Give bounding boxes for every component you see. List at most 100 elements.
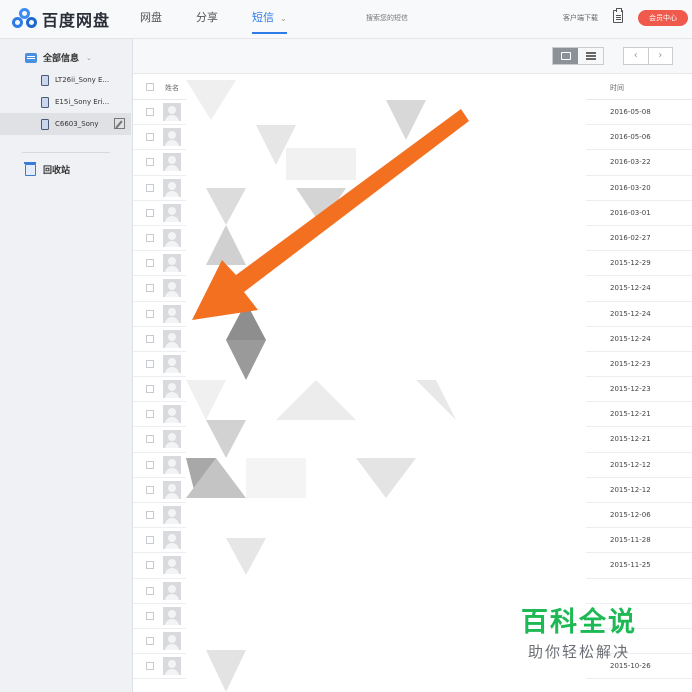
avatar-icon — [163, 657, 181, 676]
chat-bubble-icon — [560, 52, 571, 60]
sidebar-item-all-messages[interactable]: 全部信息 ⌄ — [25, 51, 92, 64]
sidebar-device-item[interactable]: LT26ii_Sony E... — [0, 69, 131, 91]
row-time: 2015-11-28 — [610, 536, 651, 545]
row-checkbox[interactable] — [146, 359, 154, 368]
chat-view-button[interactable] — [553, 48, 578, 64]
row-checkbox[interactable] — [146, 133, 154, 142]
avatar-icon — [163, 203, 181, 222]
watermark-title: 百科全说 — [521, 607, 637, 638]
table-row[interactable]: 2016-03-01 — [133, 201, 692, 226]
row-checkbox[interactable] — [146, 511, 154, 519]
row-checkbox[interactable] — [146, 108, 154, 116]
sidebar-device-item-selected[interactable]: C6603_Sony — [0, 113, 131, 135]
column-header-content: 内容 — [283, 84, 297, 92]
avatar-icon — [163, 556, 181, 575]
avatar-icon — [163, 506, 181, 524]
recycle-bin-icon — [24, 161, 36, 176]
row-checkbox[interactable] — [146, 334, 154, 343]
avatar-icon — [163, 380, 181, 399]
avatar-icon — [163, 178, 181, 197]
table-row[interactable]: 2015-12-23 — [133, 377, 692, 403]
row-checkbox[interactable] — [146, 410, 154, 419]
row-checkbox[interactable] — [146, 385, 154, 394]
list-view-button[interactable] — [578, 48, 603, 64]
row-time: 2015-11-25 — [610, 561, 651, 570]
table-row[interactable]: 2015-12-12 — [133, 453, 692, 478]
table-row[interactable]: 2016-03-20 — [133, 176, 692, 201]
table-row[interactable]: 2015-12-12 — [133, 478, 692, 503]
table-row[interactable]: 2016-05-06 — [133, 125, 692, 151]
nav-item-netdisk[interactable]: 网盘 — [140, 0, 162, 38]
sidebar-item-recycle-bin[interactable]: 回收站 — [24, 161, 71, 176]
list-icon — [585, 55, 596, 57]
table-row[interactable]: 2015-12-23 — [133, 352, 692, 378]
row-checkbox[interactable] — [146, 233, 154, 242]
row-time: 2016-03-22 — [610, 158, 651, 167]
phone-icon — [41, 118, 49, 130]
avatar-icon — [163, 581, 181, 600]
clipboard-icon[interactable] — [613, 8, 623, 23]
avatar-icon — [163, 254, 181, 273]
avatar-icon — [163, 128, 181, 147]
row-checkbox[interactable] — [146, 259, 154, 268]
table-row[interactable]: 2015-12-29 — [133, 251, 692, 277]
row-time: 2015-12-23 — [610, 385, 651, 394]
table-row[interactable]: 2015-12-21 — [133, 402, 692, 428]
row-checkbox[interactable] — [146, 460, 154, 469]
row-checkbox[interactable] — [146, 636, 154, 645]
select-all-checkbox[interactable] — [146, 83, 154, 91]
row-time: 2016-05-08 — [610, 108, 651, 116]
table-row[interactable]: 2015-12-24 — [133, 302, 692, 327]
row-checkbox[interactable] — [146, 561, 154, 570]
avatar-icon — [163, 480, 181, 499]
prev-page-button[interactable]: ‹ — [624, 48, 649, 64]
avatar-icon — [163, 531, 181, 550]
phone-icon — [41, 74, 49, 86]
avatar-icon — [163, 631, 181, 650]
nav-item-sms[interactable]: 短信 ⌄ — [252, 0, 287, 38]
recycle-label: 回收站 — [43, 166, 71, 176]
row-checkbox[interactable] — [146, 586, 154, 595]
table-row[interactable]: 2016-05-08 — [133, 100, 692, 126]
row-checkbox[interactable] — [146, 536, 154, 545]
row-checkbox[interactable] — [146, 284, 154, 293]
table-row[interactable]: 2016-02-27 — [133, 226, 692, 252]
row-time: 2015-12-06 — [610, 511, 651, 519]
row-checkbox[interactable] — [146, 158, 154, 167]
table-row[interactable]: 2015-11-25 — [133, 553, 692, 579]
avatar-icon — [163, 354, 181, 373]
table-row[interactable]: 2015-12-06 — [133, 503, 692, 529]
search-input[interactable] — [364, 10, 508, 28]
sidebar-device-item[interactable]: E15i_Sony Eri... — [0, 91, 131, 113]
row-checkbox[interactable] — [146, 183, 154, 192]
baidu-cloud-logo-icon — [12, 8, 38, 30]
row-time: 2016-03-20 — [610, 183, 651, 192]
sidebar-divider — [22, 152, 110, 153]
column-header-time: 时间 — [610, 84, 624, 92]
table-row[interactable]: 2015-12-24 — [133, 327, 692, 352]
row-checkbox[interactable] — [146, 435, 154, 444]
row-checkbox[interactable] — [146, 485, 154, 494]
vip-center-button[interactable]: 会员中心 — [638, 10, 688, 26]
avatar-icon — [163, 329, 181, 348]
avatar-icon — [163, 304, 181, 323]
table-row[interactable]: 2015-12-24 — [133, 276, 692, 302]
client-download-link[interactable]: 客户端下载 — [563, 13, 598, 23]
row-checkbox[interactable] — [146, 662, 154, 671]
column-header-name: 姓名 — [165, 84, 179, 92]
row-checkbox[interactable] — [146, 611, 154, 620]
row-time: 2015-12-29 — [610, 259, 651, 268]
row-time: 2016-03-01 — [610, 208, 651, 217]
nav-item-share[interactable]: 分享 — [196, 0, 218, 38]
device-label: C6603_Sony — [55, 120, 99, 128]
avatar-icon — [163, 153, 181, 172]
table-row[interactable]: 2016-03-22 — [133, 150, 692, 176]
edit-icon[interactable] — [114, 118, 125, 129]
row-checkbox[interactable] — [146, 208, 154, 217]
brand-logo[interactable]: 百度网盘 — [12, 8, 110, 30]
next-page-button[interactable]: › — [649, 48, 673, 64]
table-row[interactable]: 2015-11-28 — [133, 528, 692, 554]
row-checkbox[interactable] — [146, 309, 154, 318]
row-time: 2015-12-24 — [610, 334, 651, 343]
table-row[interactable]: 2015-12-21 — [133, 427, 692, 453]
